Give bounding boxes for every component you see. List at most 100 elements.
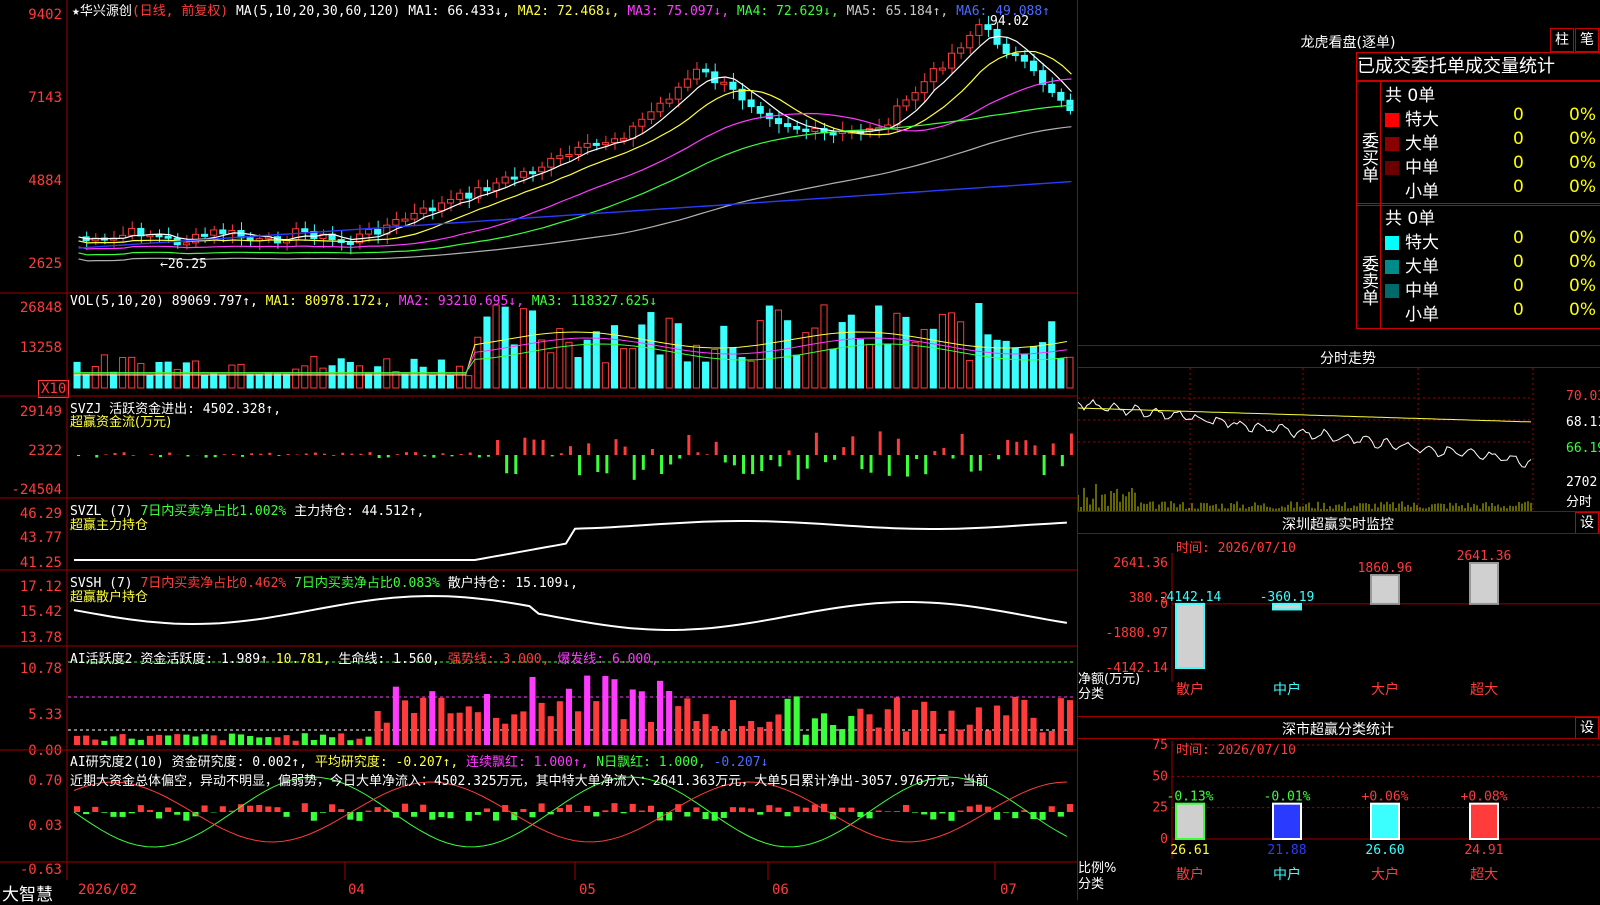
y-tick: 50 [1152, 769, 1168, 784]
ai-research-header: AI研究度2(10) 资金研究度: 0.002↑, 平均研究度: -0.207↑… [70, 751, 768, 770]
ratio-bar [1470, 804, 1498, 839]
activity-bar [329, 737, 335, 745]
activity-bar [939, 734, 945, 745]
activity-bar [821, 713, 827, 745]
activity-bar [548, 716, 554, 745]
ai-burst-line: 爆发线: 6.000, [557, 652, 659, 667]
research-bar [948, 812, 954, 821]
candle [611, 139, 617, 143]
category-label: 超大 [1470, 682, 1498, 698]
volume-bar [402, 374, 408, 388]
research-bar [484, 808, 490, 812]
ai-research-value: 资金研究度: 0.002↑, [172, 755, 307, 770]
bar-mode-button[interactable]: 柱 [1550, 28, 1574, 52]
activity-bar [320, 735, 326, 745]
period-note[interactable]: (日线, 前复权) [132, 4, 228, 19]
order-size-label: 大单 [1405, 257, 1439, 277]
volume-bar [429, 376, 435, 388]
research-bar [967, 806, 973, 812]
volume-bar [621, 349, 627, 388]
volume-bar [684, 362, 690, 388]
sell-side-label: 委卖单 [1357, 204, 1381, 328]
intraday-y-tick: 66.19 [1566, 441, 1600, 456]
activity-bar [83, 736, 89, 745]
activity-bar [967, 725, 973, 745]
research-bar [894, 811, 900, 812]
intraday-panel[interactable]: 分时走势 70.03 68.11 66.19 2702 分时 [1078, 346, 1600, 511]
volume-bar [575, 358, 581, 388]
activity-bar [730, 700, 736, 745]
order-count: 0 [1513, 276, 1524, 296]
research-bar [475, 812, 481, 815]
volume-bar [329, 366, 335, 388]
candle [712, 72, 718, 83]
candle [730, 82, 736, 89]
activity-bar [247, 736, 253, 745]
candle [912, 93, 918, 100]
research-bar [365, 811, 371, 812]
intraday-y-tick: 70.03 [1566, 389, 1600, 404]
research-bar [411, 812, 417, 817]
ma4-value: MA4: 72.629↓, [737, 4, 839, 19]
bar-value-label: 2641.36 [1457, 549, 1512, 564]
ai-research-comment: 近期大资金总体偏空，异动不明显，偏弱势，今日大单净流入：4502.325万元，其… [70, 770, 1076, 789]
research-bar [447, 812, 453, 818]
ai-continuous-red: 连续飘红: 1.000↑, [466, 755, 588, 770]
ai-active-title: AI活跃度2 [70, 652, 132, 667]
candle [903, 100, 909, 106]
candle [939, 68, 945, 70]
activity-bar [411, 713, 417, 745]
research-bar [785, 812, 791, 816]
order-percent: 0% [1569, 177, 1596, 197]
activity-bar [457, 713, 463, 745]
activity-bar [502, 724, 508, 745]
dragon-tiger-title: 龙虎看盘(逐单) [1258, 32, 1438, 52]
activity-bar [948, 711, 954, 745]
research-bar [220, 806, 226, 812]
activity-bar [621, 719, 627, 745]
low-price-label: ←26.25 [160, 257, 207, 272]
activity-bar [739, 726, 745, 745]
activity-bar [602, 676, 608, 745]
change-label: +0.06% [1362, 790, 1409, 805]
category-label: 中户 [1273, 866, 1301, 883]
research-bar [1058, 812, 1064, 817]
activity-bar [794, 696, 800, 745]
star-icon[interactable]: ★ [72, 4, 80, 19]
activity-bar [274, 737, 280, 745]
ma-line [79, 105, 1072, 255]
research-bar [174, 812, 180, 815]
volume-ma1: MA1: 80978.172↓, [266, 294, 391, 309]
activity-bar [238, 734, 244, 745]
sell-row-2: 中单 [1385, 276, 1439, 301]
volume-bar [830, 349, 836, 388]
sz-monitor-panel: 深圳超赢实时监控 设 时间: 2026/07/10 2641.36380.20-… [1078, 512, 1600, 716]
candle [803, 129, 809, 131]
order-percent: 0% [1569, 300, 1596, 320]
volume-bar [548, 353, 554, 388]
volume-bar [885, 344, 891, 388]
research-bar [621, 812, 627, 813]
ma-line [79, 36, 1072, 239]
volume-bar [529, 311, 535, 388]
research-bar [329, 804, 335, 812]
order-size-label: 中单 [1405, 158, 1439, 178]
research-bar [885, 811, 891, 812]
volume-bar [238, 364, 244, 388]
y-tick: -1880.97 [1105, 626, 1168, 641]
research-bar [602, 810, 608, 812]
volume-bar [520, 309, 526, 388]
research-bar [1040, 812, 1046, 820]
svsh-holding: 散户持仓: 15.109↓, [448, 576, 578, 591]
activity-bar [202, 734, 208, 745]
candle [930, 69, 936, 82]
pen-mode-button[interactable]: 笔 [1575, 28, 1599, 52]
order-count: 0 [1513, 129, 1524, 149]
volume-value: 89069.797↑, [172, 294, 258, 309]
candle [129, 228, 135, 235]
activity-bar [1012, 697, 1018, 745]
chart-area[interactable]: 9402 7143 4884 2625 26848 13258 X10 2914… [0, 0, 1078, 900]
ma3-value: MA3: 75.097↓, [627, 4, 729, 19]
research-bar [493, 812, 499, 821]
research-bar [129, 812, 135, 813]
